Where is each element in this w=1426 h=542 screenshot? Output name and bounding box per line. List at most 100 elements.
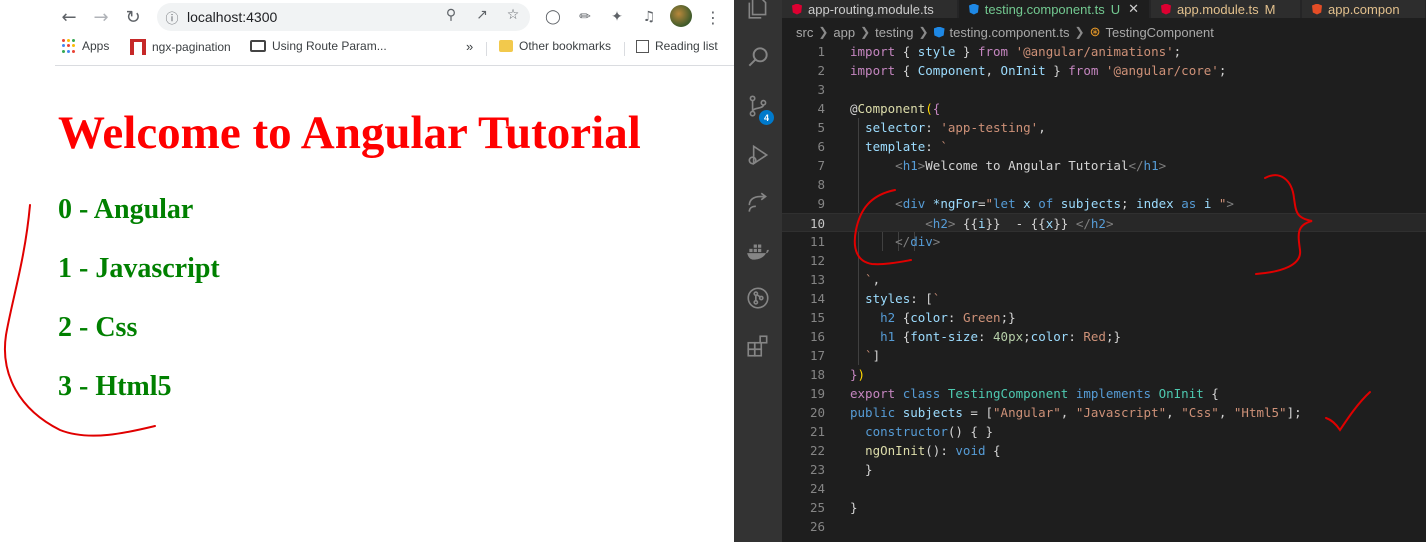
code-line: 13 `, [809, 272, 881, 287]
remote-icon[interactable] [734, 181, 782, 225]
bookmark-route-params[interactable]: Using Route Param... [250, 39, 387, 53]
tab-app-module[interactable]: app.module.ts M [1151, 0, 1301, 18]
code-line: 17 `] [809, 348, 881, 363]
code-line: 20 public subjects = ["Angular", "Javascr… [809, 405, 1302, 420]
page-heading: Welcome to Angular Tutorial [58, 107, 641, 159]
more-bookmarks-label: » [466, 39, 474, 54]
bookmark-reading-list[interactable]: Reading list [636, 39, 718, 53]
run-debug-icon[interactable] [734, 133, 782, 177]
chevron-right-icon: ❯ [1074, 25, 1085, 39]
bookmark-label: Using Route Param... [272, 39, 387, 53]
bookmarks-separator [486, 42, 487, 56]
activity-bar: 4 [734, 0, 782, 542]
code-line: 24 [809, 481, 825, 496]
html-icon [1312, 3, 1322, 15]
toolbar-divider [55, 65, 734, 66]
bookmark-ngx-pagination[interactable]: ngx-pagination [130, 39, 231, 55]
chevron-right-icon: ❯ [818, 25, 829, 39]
code-line: 8 [817, 177, 825, 192]
code-line: 18}) [809, 367, 866, 382]
close-icon[interactable]: ✕ [1128, 1, 1139, 17]
browser-toolbar: ← → ↻ ⓘ localhost:4300 ⚲ ↗ ☆ ◯ ✏ ✦ ♫ ⋮ [0, 0, 734, 34]
address-bar[interactable]: ⓘ localhost:4300 ⚲ ↗ ☆ [157, 3, 530, 31]
ngx-pagination-icon [130, 39, 146, 55]
scm-count-badge: 4 [759, 110, 774, 125]
explorer-icon[interactable] [734, 0, 782, 30]
extensions-icon[interactable] [734, 324, 782, 368]
code-line: 23 } [809, 462, 873, 477]
angular-icon [969, 3, 979, 15]
more-bookmarks-chevron[interactable]: » [466, 39, 473, 54]
breadcrumb-item[interactable]: testing.component.ts [950, 25, 1070, 40]
breadcrumb-item[interactable]: app [833, 25, 855, 40]
browser-window: ← → ↻ ⓘ localhost:4300 ⚲ ↗ ☆ ◯ ✏ ✦ ♫ ⋮ A… [0, 0, 734, 542]
code-line: 2 import { Component, OnInit } from '@ang… [817, 63, 1227, 78]
breadcrumb-item[interactable]: src [796, 25, 813, 40]
tab-badge: U [1110, 1, 1121, 17]
breadcrumb-item[interactable]: testing [875, 25, 913, 40]
code-line: 15 h2 {color: Green;} [809, 310, 1016, 325]
tab-app-component[interactable]: app.compon [1302, 0, 1426, 18]
forward-arrow-icon[interactable]: → [88, 4, 114, 30]
subject-item: 0 - Angular [58, 194, 194, 225]
tab-label: app-routing.module.ts [808, 1, 934, 17]
bookmark-apps[interactable]: Apps [62, 39, 109, 53]
source-control-icon[interactable]: 4 [734, 84, 782, 128]
subject-item: 3 - Html5 [58, 371, 172, 402]
bookmark-label: ngx-pagination [152, 40, 231, 54]
class-icon: ⊛ [1089, 24, 1101, 39]
url-text: localhost:4300 [187, 9, 278, 25]
back-arrow-icon[interactable]: ← [56, 4, 82, 30]
editor-tabs: app-routing.module.ts testing.component.… [782, 0, 1426, 18]
search-icon[interactable] [734, 35, 782, 79]
angular-icon [1161, 3, 1171, 15]
bookmark-label: Reading list [655, 39, 718, 53]
menu-icon[interactable]: ⋮ [702, 6, 724, 28]
apps-grid-icon [62, 39, 76, 53]
code-editor[interactable]: 1 import { style } from '@angular/animati… [782, 42, 1426, 542]
code-line: 22 ngOnInit(): void { [809, 443, 1001, 458]
code-line: 5 selector: 'app-testing', [817, 120, 1046, 135]
docker-icon[interactable] [734, 229, 782, 273]
code-line: 25} [809, 500, 858, 515]
eyedropper-icon[interactable]: ✏ [574, 6, 596, 28]
media-icon[interactable]: ♫ [638, 6, 660, 28]
share-icon[interactable]: ↗ [471, 7, 493, 27]
tab-testing-component[interactable]: testing.component.ts U ✕ [959, 0, 1150, 18]
code-line: 3 [817, 82, 825, 97]
code-line: 7 <h1>Welcome to Angular Tutorial</h1> [817, 158, 1167, 173]
breadcrumb-item[interactable]: TestingComponent [1105, 25, 1213, 40]
reload-icon[interactable]: ↻ [120, 4, 146, 30]
tab-badge: M [1264, 1, 1276, 17]
folder-icon [499, 40, 513, 52]
angular-icon [792, 3, 802, 15]
code-line: 4 @Component({ [817, 101, 941, 116]
tab-label: testing.component.ts [984, 1, 1105, 17]
subject-item: 2 - Css [58, 312, 138, 343]
subject-item: 1 - Javascript [58, 253, 220, 284]
bookmarks-bar: Apps ngx-pagination Using Route Param...… [0, 34, 734, 62]
chevron-right-icon: ❯ [860, 25, 871, 39]
extension-icon[interactable]: ◯ [542, 6, 564, 28]
zoom-icon[interactable]: ⚲ [440, 7, 462, 27]
star-icon[interactable]: ☆ [502, 7, 524, 27]
bookmark-other-bookmarks[interactable]: Other bookmarks [499, 39, 611, 53]
bookmarks-separator [624, 42, 625, 56]
tab-app-routing-module[interactable]: app-routing.module.ts [782, 0, 958, 18]
bookmark-label: Apps [82, 39, 110, 53]
gitlens-icon[interactable] [734, 276, 782, 320]
code-line: 11 </div> [809, 234, 941, 249]
code-line: 26 [809, 519, 825, 534]
reading-list-icon [636, 39, 649, 53]
avatar[interactable] [670, 5, 692, 27]
vscode-window: 4 app-routing.module.ts testing.componen… [734, 0, 1426, 542]
code-line: 6 template: ` [817, 139, 948, 154]
breadcrumb: src ❯ app ❯ testing ❯ testing.component.… [796, 23, 1214, 41]
code-line: 16 h1 {font-size: 40px;color: Red;} [809, 329, 1122, 344]
code-line: 14 styles: [` [809, 291, 941, 306]
book-icon [250, 40, 266, 52]
code-line: 12 [809, 253, 825, 268]
code-line-current: 10 <h2> {{i}} - {{x}} </h2> [782, 213, 1426, 232]
puzzle-icon[interactable]: ✦ [606, 6, 628, 28]
info-icon[interactable]: ⓘ [157, 8, 187, 27]
